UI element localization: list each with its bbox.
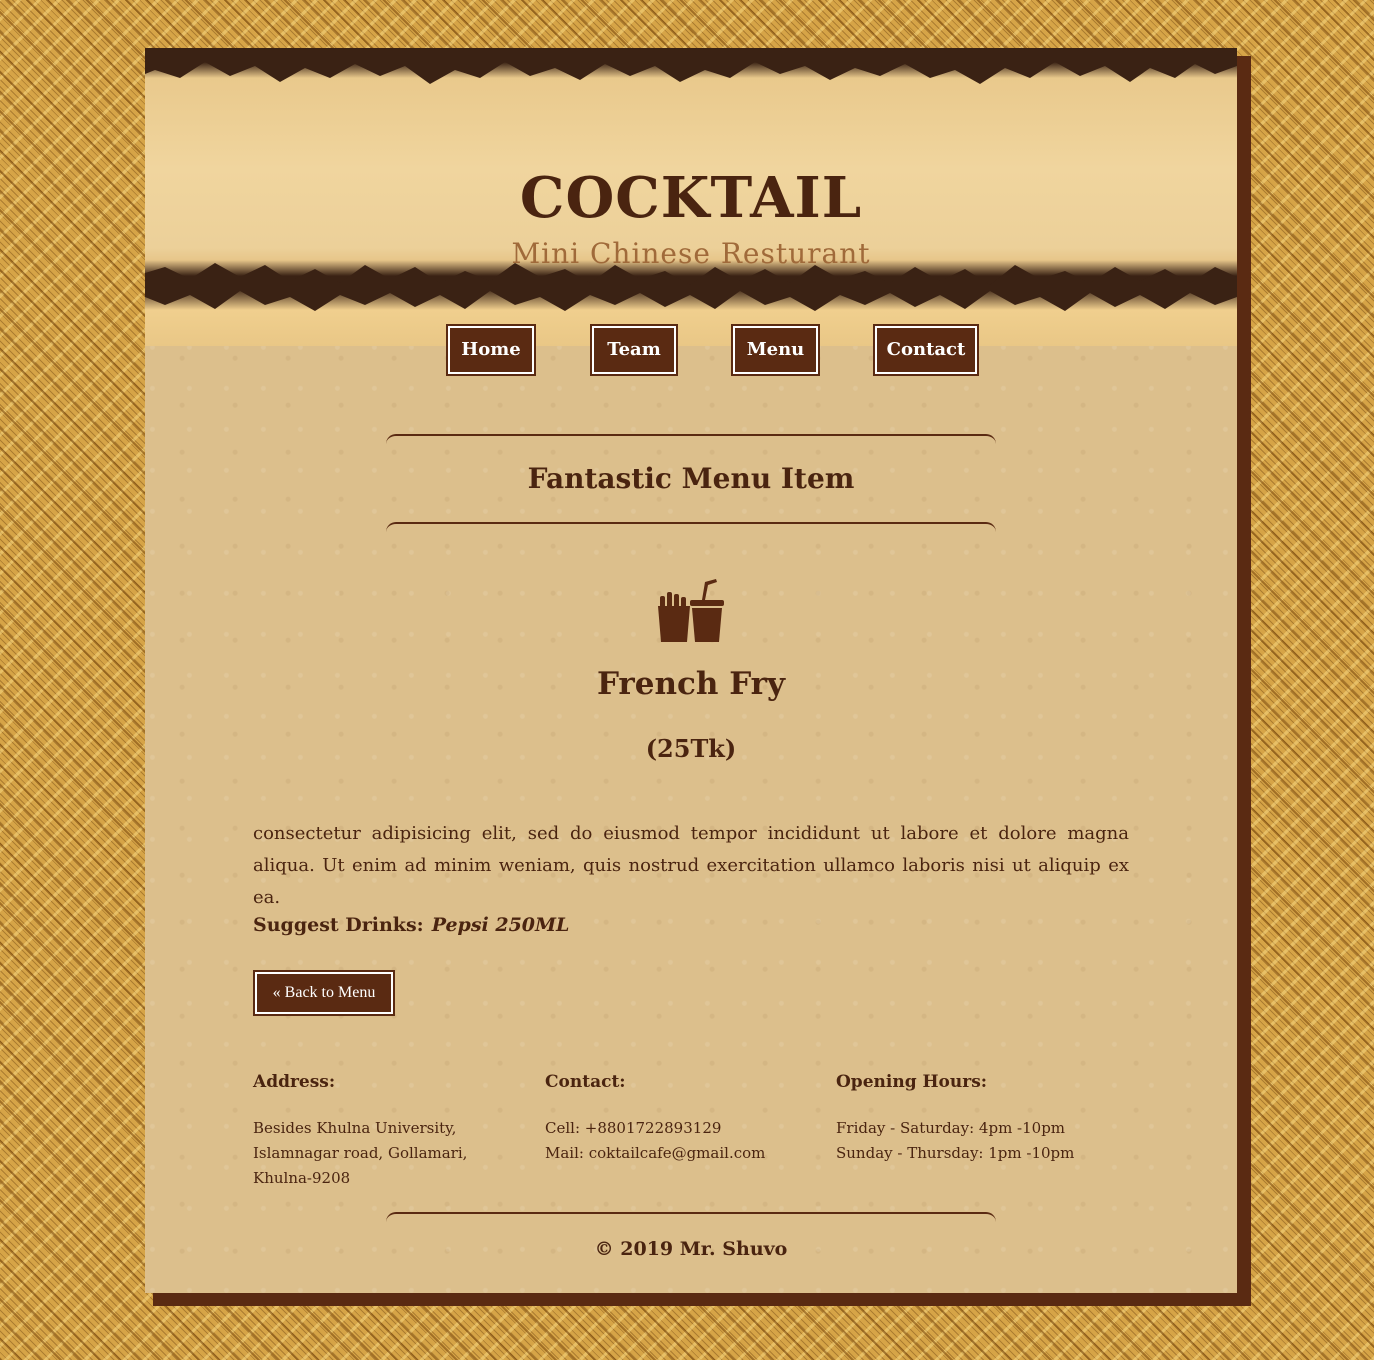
footer-address-line: Khulna-9208 [253, 1169, 351, 1187]
footer-address: Address: Besides Khulna University, Isla… [253, 1070, 523, 1191]
nav-team-button[interactable]: Team [592, 326, 676, 374]
site-title: COCKTAIL [519, 165, 863, 231]
page-card: COCKTAIL Mini Chinese Resturant Home Tea… [145, 48, 1237, 1293]
footer-address-line: Besides Khulna University, [253, 1119, 457, 1137]
suggest-drinks-value: Pepsi 250ML [431, 914, 570, 936]
item-name: French Fry [596, 666, 786, 702]
nav-menu-button[interactable]: Menu [733, 326, 818, 374]
footer-divider [386, 1212, 996, 1224]
section-divider-bottom [386, 522, 996, 534]
footer-contact-phone: Cell: +8801722893129 [545, 1119, 722, 1137]
section-title: Fantastic Menu Item [527, 462, 855, 495]
nav-home-button[interactable]: Home [448, 326, 534, 374]
copyright: © 2019 Mr. Shuvo [594, 1238, 788, 1260]
torn-paper-top [145, 48, 1237, 84]
suggest-drinks: Suggest Drinks: Pepsi 250ML [253, 914, 569, 936]
nav-contact-button[interactable]: Contact [875, 326, 977, 374]
main-nav: Home Team Menu Contact [145, 326, 1237, 374]
footer-contact: Contact: Cell: +8801722893129 Mail: cokt… [545, 1070, 815, 1166]
section-divider-top [386, 434, 996, 446]
footer-address-heading: Address: [253, 1072, 336, 1092]
fries-and-drink-icon [658, 579, 724, 642]
footer-address-line: Islamnagar road, Gollamari, [253, 1144, 468, 1162]
header-banner: COCKTAIL Mini Chinese Resturant [145, 48, 1237, 346]
suggest-drinks-label: Suggest Drinks: [253, 914, 424, 936]
item-description: consectetur adipisicing elit, sed do eiu… [253, 823, 1129, 908]
footer-contact-heading: Contact: [545, 1072, 626, 1092]
item-price: (25Tk) [645, 734, 737, 763]
footer-hours-heading: Opening Hours: [836, 1072, 988, 1092]
footer-hours-line: Friday - Saturday: 4pm -10pm [836, 1119, 1066, 1137]
back-to-menu-button[interactable]: « Back to Menu [255, 972, 393, 1014]
footer-hours: Opening Hours: Friday - Saturday: 4pm -1… [836, 1070, 1106, 1166]
footer-contact-email: Mail: coktailcafe@gmail.com [545, 1144, 766, 1162]
site-subtitle: Mini Chinese Resturant [511, 237, 871, 270]
footer-hours-line: Sunday - Thursday: 1pm -10pm [836, 1144, 1075, 1162]
